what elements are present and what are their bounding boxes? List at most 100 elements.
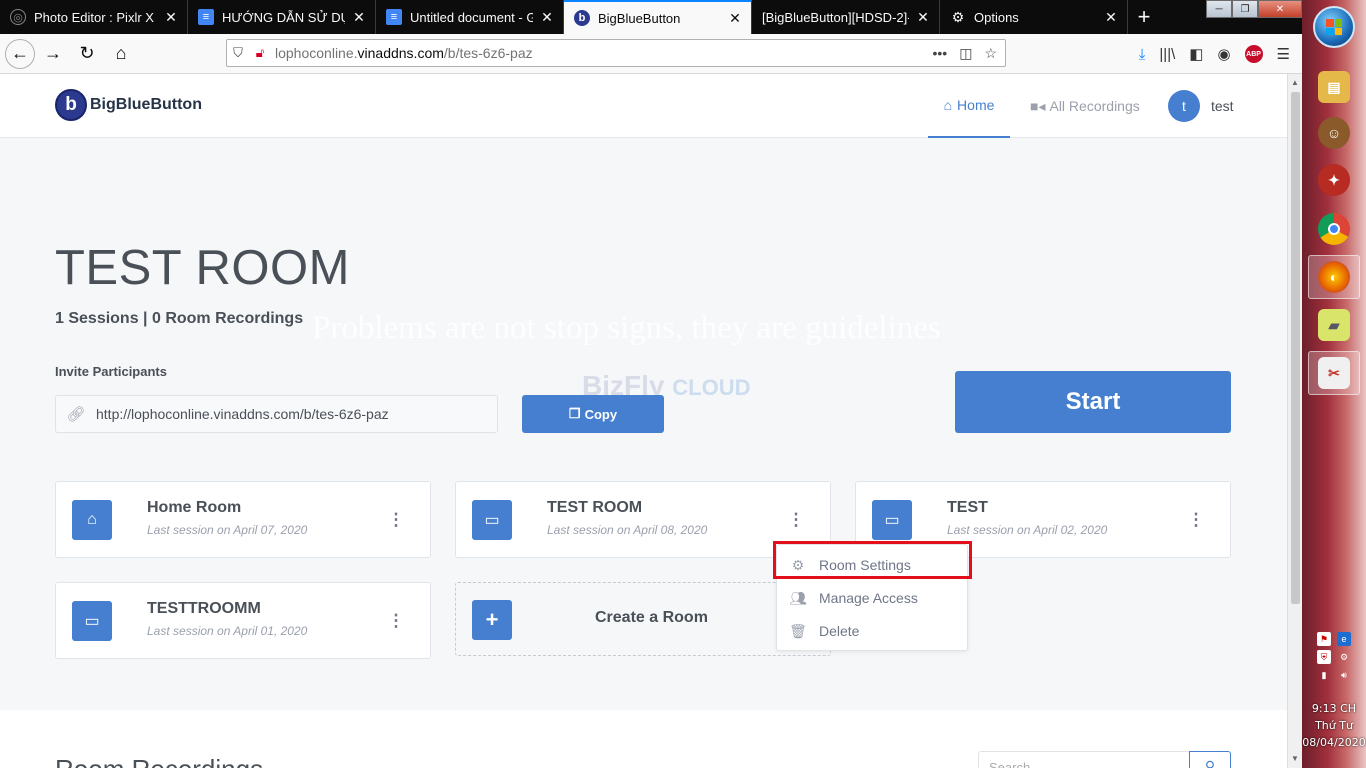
user-menu[interactable]: t test [1168,90,1234,122]
tab-bigbluebutton[interactable]: b BigBlueButton ✕ [564,0,752,34]
room-options-menu-icon[interactable]: ⋮ [386,611,406,631]
back-button[interactable]: ← [5,38,35,69]
window-close-button[interactable]: ✕ [1258,0,1302,18]
page-title: TEST ROOM [55,241,350,295]
tab-title: [BigBlueButton][HDSD-2]-C [762,9,909,25]
adblock-plus-icon[interactable]: ABP [1244,45,1263,63]
taskbar-app-2[interactable]: ✦ [1308,158,1360,202]
bigbluebutton-icon: b [574,10,590,26]
copy-button[interactable]: ❐ Copy [522,395,664,433]
app-icon-2: ✦ [1318,164,1350,196]
new-tab-button[interactable]: + [1128,0,1160,34]
search-icon[interactable]: ⚲ [1189,751,1231,768]
nav-home-link[interactable]: ⌂ Home [928,74,1010,138]
download-icon[interactable]: ⤓ [1139,46,1146,63]
restore-button[interactable]: ❐ [1232,0,1258,18]
close-icon[interactable]: ✕ [351,9,367,26]
system-clock[interactable]: 9:13 CH Thứ Tư 08/04/2020 [1302,700,1366,751]
tab-title: Options [974,9,1019,25]
browser-navigation-bar: ← → ↻ ⌂ ⛉ 🔓︎ lophoconline.vinaddns.com/b… [0,34,1302,74]
brand-logo[interactable]: b BigBlueButton [55,89,202,121]
recordings-search-input[interactable]: Search... [978,751,1190,768]
windows-start-button[interactable] [1313,6,1355,48]
edge-icon[interactable]: e [1337,632,1351,646]
app-header: b BigBlueButton ⌂ Home ■◂ All Recordings… [0,74,1287,138]
pocket-icon[interactable]: ◫ [959,45,972,62]
quote-watermark: Problems are not stop signs, they are gu… [312,310,941,346]
invite-participants-label: Invite Participants [55,364,167,379]
network-signal-icon[interactable]: ▮ [1317,668,1331,682]
room-card-testtroomm[interactable]: ▭ TESTTROOMM Last session on April 01, 2… [55,582,431,659]
tab-pixlr[interactable]: ◎ Photo Editor : Pixlr X - fr ✕ [0,0,188,34]
nav-recordings-label: All Recordings [1049,98,1140,114]
taskbar-sticky-notes[interactable]: ▰ [1308,303,1360,347]
scrollbar-thumb[interactable] [1291,92,1300,604]
menu-item-delete[interactable]: 🗑︎ Delete [777,616,967,646]
create-room-card[interactable]: + Create a Room [455,582,831,656]
forward-button[interactable]: → [37,38,69,70]
room-stats: 1 Sessions | 0 Room Recordings [55,310,304,327]
pixlr-icon: ◎ [10,9,26,25]
avatar: t [1168,90,1200,122]
invite-url-text: http://lophoconline.vinaddns.com/b/tes-6… [96,406,389,422]
menu-item-manage-access[interactable]: 👥︎ Manage Access [777,583,967,613]
sidebar-icon[interactable]: ◧ [1189,45,1203,63]
start-button[interactable]: Start [955,371,1231,433]
google-docs-icon: ≡ [386,9,402,25]
minimize-button[interactable]: ─ [1206,0,1232,18]
tab-untitled-document[interactable]: ≡ Untitled document - Go ✕ [376,0,564,34]
action-center-flag-icon[interactable]: ⚑ [1317,632,1331,646]
insecure-lock-icon[interactable]: 🔓︎ [249,45,271,61]
taskbar-firefox[interactable]: ◐ [1308,255,1360,299]
invite-url-field[interactable]: 🔗︎ http://lophoconline.vinaddns.com/b/te… [55,395,498,433]
usb-icon[interactable]: ⚙ [1337,650,1351,664]
room-name: TEST [947,499,988,516]
security-shield-icon[interactable]: ⛨ [1317,650,1331,664]
trash-icon: 🗑︎ [789,622,807,639]
room-last-session: Last session on April 07, 2020 [147,523,308,537]
room-options-menu-icon[interactable]: ⋮ [786,510,806,530]
nav-all-recordings-link[interactable]: ■◂ All Recordings [1030,74,1140,138]
room-settings-highlight-box [773,541,972,579]
page-actions-icon[interactable]: ••• [932,45,947,62]
scroll-up-arrow-icon[interactable]: ▲ [1291,78,1299,87]
scroll-down-arrow-icon[interactable]: ▼ [1291,754,1299,763]
close-icon[interactable]: ✕ [915,9,931,26]
plus-icon: + [472,600,512,640]
room-last-session: Last session on April 01, 2020 [147,624,308,638]
taskbar-windows-explorer[interactable]: ▤ [1308,65,1360,109]
tab-bbb-hdsd[interactable]: [BigBlueButton][HDSD-2]-C ✕ [752,0,940,34]
taskbar-app-1[interactable]: ☺ [1308,111,1360,155]
close-icon[interactable]: ✕ [1103,9,1119,26]
bookmark-star-icon[interactable]: ☆ [984,45,997,62]
reload-button[interactable]: ↻ [71,38,103,70]
menu-item-label: Manage Access [819,590,918,606]
home-icon: ⌂ [72,500,112,540]
shield-icon[interactable]: ⛉ [227,45,249,61]
address-bar[interactable]: ⛉ 🔓︎ lophoconline.vinaddns.com/b/tes-6z6… [226,39,1006,67]
taskbar-chrome[interactable] [1308,207,1360,251]
account-icon[interactable]: ◉ [1217,45,1230,63]
room-options-menu-icon[interactable]: ⋮ [386,510,406,530]
tab-options[interactable]: ⚙ Options ✕ [940,0,1128,34]
room-options-menu-icon[interactable]: ⋮ [1186,510,1206,530]
close-icon[interactable]: ✕ [727,10,743,27]
clock-day: Thứ Tư [1315,719,1353,732]
taskbar-snipping-tool[interactable]: ✂ [1308,351,1360,395]
room-card-home-room[interactable]: ⌂ Home Room Last session on April 07, 20… [55,481,431,558]
volume-icon[interactable]: 🔊︎ [1337,668,1351,682]
tab-huong-dan[interactable]: ≡ HƯỚNG DẪN SỬ DỤNG ✕ [188,0,376,34]
gear-icon: ⚙ [951,8,965,25]
close-icon[interactable]: ✕ [163,9,179,26]
windows-taskbar: ▤ ☺ ✦ ◐ ▰ ✂ ⚑ e ⛨ ⚙ ▮ 🔊︎ 9:13 CH Thứ Tư … [1302,0,1366,768]
close-icon[interactable]: ✕ [539,9,555,26]
firefox-icon: ◐ [1318,261,1350,293]
home-button[interactable]: ⌂ [105,38,137,70]
browser-toolbar: ⤓ |||\ ◧ ◉ ABP ☰ [1139,34,1302,74]
copy-label: Copy [584,406,618,422]
snipping-tool-icon: ✂ [1318,357,1350,389]
room-name: TESTTROOMM [147,600,261,617]
page-scrollbar[interactable]: ▲ ▼ [1287,74,1302,768]
library-icon[interactable]: |||\ [1159,46,1175,63]
menu-icon[interactable]: ☰ [1277,45,1290,63]
